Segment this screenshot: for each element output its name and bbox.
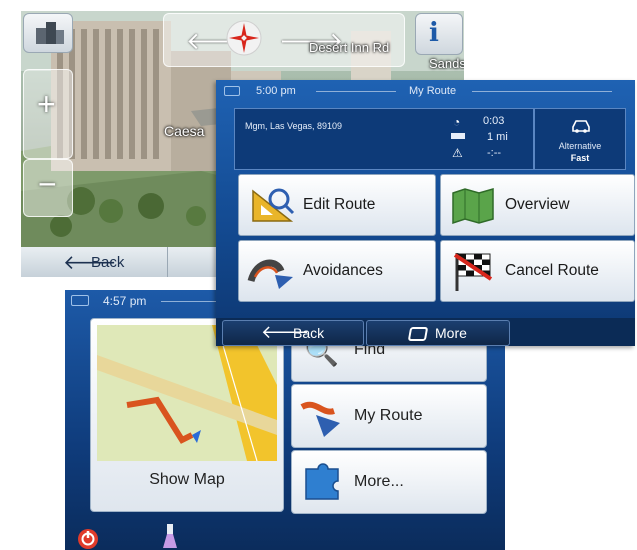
poi-label: Sands [429,56,464,71]
battery-icon [71,295,89,306]
power-icon [78,529,98,549]
checkered-flag-icon [453,253,493,291]
route-info-panel: Mgm, Las Vegas, 89109 ◔ 0:03 1 mi ⚠ -:-- [234,108,534,170]
distance-value: 1 mi [487,131,508,143]
delay-value: -:-- [487,147,502,159]
route-type-button[interactable]: Alternative Fast [534,108,626,170]
my-route-tile[interactable]: My Route [291,384,487,448]
cancel-route-button[interactable]: Cancel Route [440,240,635,302]
my-route-screen: 5:00 pm My Route Mgm, Las Vegas, 89109 ◔… [216,80,635,346]
edit-route-button[interactable]: Edit Route [238,174,436,236]
menu-status-time: 4:57 pm [103,294,147,308]
overview-button[interactable]: Overview [440,174,635,236]
route-status-bar: 5:00 pm My Route [216,80,635,102]
buildings-icon [36,22,64,44]
info-button[interactable]: i [415,13,463,55]
flask-icon [163,524,177,548]
avoidances-label: Avoidances [303,262,383,279]
more-tile[interactable]: More... [291,450,487,514]
overview-label: Overview [505,196,570,213]
route-more-label: More [435,325,467,341]
map-back-label: Back [91,254,125,271]
eta-icon: ◔ [453,115,461,129]
map-menu-button[interactable] [171,247,220,277]
route-screen-title: My Route [409,85,457,97]
route-bottom-bar: 🡐 Back More [216,318,635,346]
more-label: More... [354,473,404,490]
map-back-button[interactable]: 🡐 Back [21,247,168,277]
battery-icon [224,86,240,96]
zoom-in-label: + [37,86,56,122]
avoidances-icon [247,259,293,289]
3d-buildings-button[interactable] [23,13,73,53]
show-map-label: Show Map [149,471,225,488]
destination-address: Mgm, Las Vegas, 89109 [245,121,343,131]
puzzle-icon [305,463,339,500]
route-status-time: 5:00 pm [256,85,296,97]
zoom-out-button[interactable]: − [23,159,73,217]
my-route-label: My Route [354,407,423,424]
route-back-button[interactable]: 🡐 Back [222,320,364,346]
edit-route-label: Edit Route [303,196,376,213]
route-arrow-icon [300,401,340,437]
avoidances-button[interactable]: Avoidances [238,240,436,302]
compass-icon[interactable] [224,18,264,58]
zoom-out-label: − [38,166,57,202]
info-icon: i [429,18,439,48]
power-button[interactable] [75,526,101,550]
edit-route-icon [252,188,295,222]
street-name: Desert Inn Rd [309,40,390,55]
more-icon [407,327,429,341]
distance-icon [451,133,465,139]
flask-button[interactable] [159,522,181,550]
building-label: Caesa [164,123,205,139]
route-type-value: Fast [570,153,590,163]
cancel-route-label: Cancel Route [505,262,599,279]
zoom-in-button[interactable]: + [23,69,73,159]
route-back-label: Back [293,325,325,341]
title-divider-left [316,91,396,92]
car-icon [572,120,590,133]
show-map-tile[interactable]: Show Map [90,318,284,512]
route-type-label: Alternative [558,141,602,151]
turn-instruction-panel[interactable]: 🡐 🡒 Desert Inn Rd [163,13,405,67]
warning-icon: ⚠ [452,146,463,160]
status-divider [161,301,221,302]
title-divider-right [472,91,612,92]
overview-map-icon [452,188,494,225]
eta-value: 0:03 [483,115,505,127]
route-more-button[interactable]: More [366,320,510,346]
